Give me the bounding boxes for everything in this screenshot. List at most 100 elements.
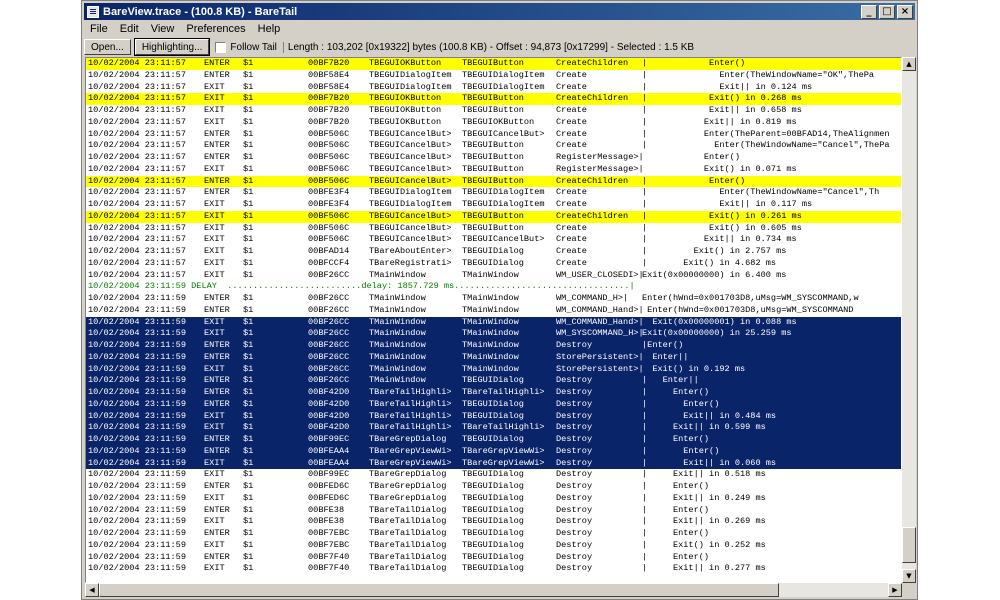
log-cell-n: $1 — [243, 81, 254, 92]
log-row[interactable]: 10/02/2004 23:11:59 ENTER $1 00BF26CC TMainW… — [86, 351, 901, 364]
log-cell-cls2: TBEGUIDialogItem — [462, 69, 545, 80]
log-row[interactable]: 10/02/2004 23:11:59 ENTER $1 00BF26CC TMainW… — [86, 375, 901, 387]
log-row[interactable]: 10/02/2004 23:11:57 EXIT $1 00BF7B20 TBEGUIO… — [86, 93, 901, 105]
log-cell-cls1: TMainWindow — [369, 269, 426, 280]
minimize-button[interactable]: _ — [861, 4, 877, 19]
follow-tail-checkbox[interactable]: Follow Tail — [215, 41, 277, 53]
log-row[interactable]: 10/02/2004 23:11:57 EXIT $1 00BFAD14 TBareAb… — [86, 246, 901, 258]
log-row[interactable]: 10/02/2004 23:11:59 ENTER $1 00BF26CC TMainW… — [86, 293, 901, 305]
maximize-button[interactable]: □ — [879, 4, 895, 19]
log-row[interactable]: 10/02/2004 23:11:57 ENTER $1 00BF506C TBEGUI… — [86, 140, 901, 152]
log-cell-cls2: TBEGUIDialog — [462, 504, 524, 515]
log-row[interactable]: 10/02/2004 23:11:59 EXIT $1 00BF7F40 TBareTa… — [86, 563, 901, 575]
log-cell-cls2: TBEGUIButton — [462, 210, 524, 221]
log-row[interactable]: 10/02/2004 23:11:57 EXIT $1 00BF26CC TMainWi… — [86, 270, 901, 282]
log-row[interactable]: 10/02/2004 23:11:57 ENTER $1 00BF506C TBEGUI… — [86, 152, 901, 164]
log-row[interactable]: 10/02/2004 23:11:57 ENTER $1 00BF7B20 TBEGUI… — [86, 58, 901, 70]
log-row[interactable]: 10/02/2004 23:11:57 ENTER $1 00BFE3F4 TBEGUI… — [86, 187, 901, 199]
menu-help[interactable]: Help — [252, 23, 287, 35]
log-cell-n: $1 — [243, 551, 254, 562]
log-cell-ts: 10/02/2004 23:11:59 — [88, 492, 186, 503]
log-cell-addr: 00BFAD14 — [308, 246, 350, 256]
log-row[interactable]: 10/02/2004 23:11:57 EXIT $1 00BF58E4 TBEGUID… — [86, 82, 901, 94]
menu-edit[interactable]: Edit — [114, 23, 145, 35]
menu-view[interactable]: View — [145, 23, 181, 35]
menu-preferences[interactable]: Preferences — [180, 23, 251, 35]
menu-file[interactable]: File — [84, 23, 114, 35]
scroll-down-arrow-icon[interactable]: ▼ — [902, 569, 916, 583]
log-cell-cls1: TBareTailDialog — [369, 504, 447, 515]
log-cell-n: $1 — [243, 105, 254, 115]
log-row[interactable]: 10/02/2004 23:11:57 EXIT $1 00BFE3F4 TBEGUID… — [86, 199, 901, 211]
log-row[interactable]: 10/02/2004 23:11:59 EXIT $1 00BF26CC TMainWi… — [86, 363, 901, 376]
log-row[interactable]: 10/02/2004 23:11:57 EXIT $1 00BF7B20 TBEGUIO… — [86, 105, 901, 117]
log-cell-msg: | Enter() — [642, 481, 710, 491]
log-row[interactable]: 10/02/2004 23:11:59 ENTER $1 00BF42D0 TBareT… — [86, 398, 901, 411]
log-cell-cls1: TBEGUIOKButton — [369, 58, 442, 68]
log-cell-n: $1 — [243, 434, 254, 444]
log-cell-ts: 10/02/2004 23:11:57 — [88, 58, 186, 68]
log-row[interactable]: 10/02/2004 23:11:59 ENTER $1 00BFE38 TBareTa… — [86, 505, 901, 517]
log-row[interactable]: 10/02/2004 23:11:59 EXIT $1 00BF26CC TMainWi… — [86, 328, 901, 340]
scroll-up-arrow-icon[interactable]: ▲ — [902, 57, 916, 71]
highlighting-button[interactable]: Highlighting... — [133, 38, 211, 56]
log-row[interactable]: 10/02/2004 23:11:59 EXIT $1 00BF7EBC TBareTa… — [86, 540, 901, 552]
log-cell-cls2: TBareGrepViewWi> — [462, 445, 545, 456]
log-cell-ts: 10/02/2004 23:11:59 — [88, 469, 186, 480]
log-cell-addr: 00BF506C — [308, 128, 350, 139]
log-cell-addr: 00BFEAA4 — [308, 457, 350, 468]
log-view[interactable]: 10/02/2004 23:11:57 ENTER $1 00BF7B20 TBEGUI… — [85, 57, 902, 583]
log-row[interactable]: 10/02/2004 23:11:59 EXIT $1 00BF26CC TMainWi… — [86, 316, 901, 329]
log-row[interactable]: 10/02/2004 23:11:59 ENTER $1 00BF26CC TMainW… — [86, 305, 901, 317]
scroll-left-arrow-icon[interactable]: ◀ — [85, 583, 99, 597]
horizontal-scrollbar[interactable]: ◀ ▶ — [85, 583, 902, 597]
log-row[interactable]: 10/02/2004 23:11:59 DELAY ..............… — [86, 281, 901, 293]
log-row[interactable]: 10/02/2004 23:11:57 EXIT $1 00BF506C TBEGUIC… — [86, 210, 901, 223]
log-row[interactable]: 10/02/2004 23:11:59 EXIT $1 00BF42D0 TBareTa… — [86, 410, 901, 423]
log-row[interactable]: 10/02/2004 23:11:59 ENTER $1 00BFED6C TBareG… — [86, 481, 901, 493]
resize-grip[interactable] — [902, 583, 916, 597]
horizontal-scroll-thumb[interactable] — [99, 583, 779, 597]
log-cell-n: $1 — [243, 328, 254, 339]
log-cell-fn: Destroy — [556, 422, 593, 433]
checkbox-box[interactable] — [215, 41, 227, 53]
log-row[interactable]: 10/02/2004 23:11:59 ENTER $1 00BF7F40 TBareT… — [86, 552, 901, 564]
log-row[interactable]: 10/02/2004 23:11:59 EXIT $1 00BFEAA4 TBareGr… — [86, 457, 901, 470]
log-row[interactable]: 10/02/2004 23:11:59 ENTER $1 00BF7EBC TBareT… — [86, 528, 901, 540]
log-row[interactable]: 10/02/2004 23:11:57 EXIT $1 00BF506C TBEGUIC… — [86, 164, 901, 176]
log-cell-cls1: TBareRegistrati> — [369, 257, 452, 268]
log-cell-fn: Destroy — [556, 528, 593, 538]
log-cell-addr: 00BF42D0 — [308, 387, 350, 397]
log-row[interactable]: 10/02/2004 23:11:57 ENTER $1 00BF506C TBEGUI… — [86, 129, 901, 141]
open-button[interactable]: Open... — [84, 39, 131, 55]
log-cell-ts: 10/02/2004 23:11:57 — [88, 269, 186, 280]
log-row[interactable]: 10/02/2004 23:11:59 ENTER $1 00BFEAA4 TBareG… — [86, 445, 901, 458]
log-cell-cls2: TBEGUIOKButton — [462, 116, 535, 127]
log-row[interactable]: 10/02/2004 23:11:59 EXIT $1 00BF42D0 TBareTa… — [86, 422, 901, 434]
log-row[interactable]: 10/02/2004 23:11:57 EXIT $1 00BFCCF4 TBareRe… — [86, 258, 901, 270]
log-cell-ts: 10/02/2004 23:11:59 — [88, 328, 186, 339]
log-cell-cls2: TBEGUIDialogItem — [462, 187, 545, 198]
log-cell-ev: ENTER — [204, 434, 230, 444]
log-cell-msg: | Exit() in 0.605 ms — [642, 222, 802, 233]
title-bar[interactable]: BareView.trace - (100.8 KB) - BareTail _… — [84, 3, 915, 20]
log-cell-n: $1 — [243, 222, 254, 233]
log-row[interactable]: 10/02/2004 23:11:59 ENTER $1 00BF26CC TMainW… — [86, 340, 901, 352]
log-row[interactable]: 10/02/2004 23:11:57 EXIT $1 00BF506C TBEGUIC… — [86, 223, 901, 235]
log-row[interactable]: 10/02/2004 23:11:57 EXIT $1 00BF7B20 TBEGUIO… — [86, 117, 901, 129]
scroll-right-arrow-icon[interactable]: ▶ — [888, 583, 902, 597]
vertical-scroll-thumb[interactable] — [902, 527, 916, 563]
log-cell-cls2: TBEGUIDialog — [462, 469, 524, 480]
log-row[interactable]: 10/02/2004 23:11:57 ENTER $1 00BF58E4 TBEGUI… — [86, 70, 901, 82]
log-row[interactable]: 10/02/2004 23:11:57 ENTER $1 00BF506C TBEGUI… — [86, 175, 901, 188]
log-row[interactable]: 10/02/2004 23:11:59 ENTER $1 00BF42D0 TBareT… — [86, 387, 901, 399]
close-button[interactable]: × — [897, 4, 913, 19]
log-row[interactable]: 10/02/2004 23:11:59 EXIT $1 00BFED6C TBareGr… — [86, 493, 901, 505]
log-row[interactable]: 10/02/2004 23:11:59 ENTER $1 00BF99EC TBareG… — [86, 434, 901, 446]
log-row[interactable]: 10/02/2004 23:11:57 EXIT $1 00BF506C TBEGUIC… — [86, 234, 901, 246]
log-cell-cls2: TBEGUIDialog — [462, 375, 524, 386]
log-cell-addr: 00BF506C — [308, 175, 350, 186]
log-row[interactable]: 10/02/2004 23:11:59 EXIT $1 00BFE38 TBareTai… — [86, 516, 901, 528]
log-row[interactable]: 10/02/2004 23:11:59 EXIT $1 00BF99EC TBareGr… — [86, 469, 901, 481]
vertical-scrollbar[interactable]: ▲ ▼ — [902, 57, 916, 583]
